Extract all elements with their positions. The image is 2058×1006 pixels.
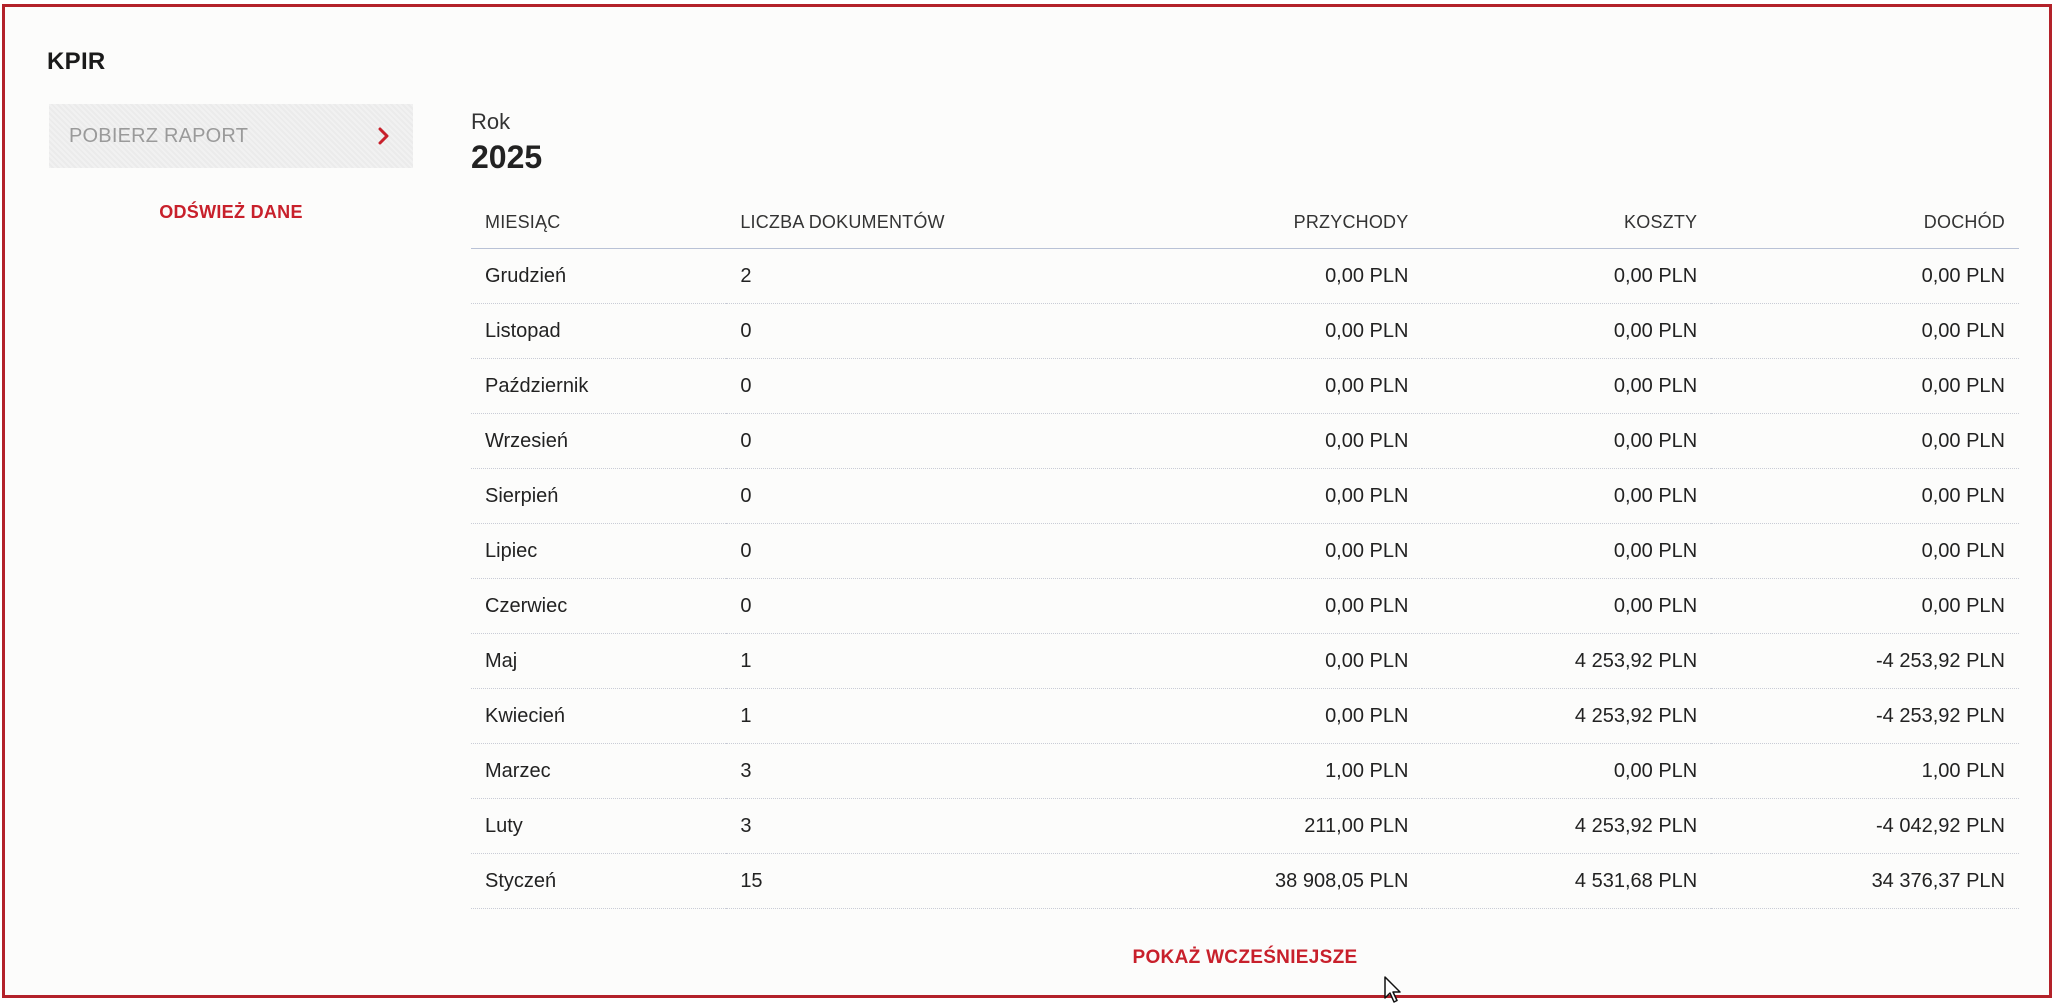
cell-income: 0,00 PLN	[1711, 468, 2019, 524]
cell-documents: 0	[726, 578, 1130, 634]
cell-income: 1,00 PLN	[1711, 743, 2019, 799]
cell-income: 0,00 PLN	[1711, 358, 2019, 414]
cell-revenue: 0,00 PLN	[1129, 358, 1423, 414]
cell-income: -4 253,92 PLN	[1711, 633, 2019, 689]
table-row[interactable]: Maj 1 0,00 PLN 4 253,92 PLN -4 253,92 PL…	[471, 633, 2019, 689]
cell-month: Listopad	[471, 303, 727, 359]
cell-documents: 3	[726, 743, 1130, 799]
table-row[interactable]: Kwiecień 1 0,00 PLN 4 253,92 PLN -4 253,…	[471, 688, 2019, 744]
cell-income: -4 253,92 PLN	[1711, 688, 2019, 744]
cell-month: Grudzień	[471, 248, 727, 304]
cell-revenue: 1,00 PLN	[1129, 743, 1423, 799]
cell-costs: 4 253,92 PLN	[1422, 688, 1712, 744]
cell-income: 34 376,37 PLN	[1711, 853, 2019, 909]
cell-income: 0,00 PLN	[1711, 303, 2019, 359]
header-month: MIESIĄC	[471, 196, 727, 249]
cell-month: Lipiec	[471, 523, 727, 579]
cell-revenue: 211,00 PLN	[1129, 798, 1423, 854]
cell-documents: 1	[726, 688, 1130, 744]
cell-month: Kwiecień	[471, 688, 727, 744]
table-row[interactable]: Luty 3 211,00 PLN 4 253,92 PLN -4 042,92…	[471, 798, 2019, 854]
kpir-table: MIESIĄC LICZBA DOKUMENTÓW PRZYCHODY KOSZ…	[471, 196, 2019, 909]
table-row[interactable]: Styczeń 15 38 908,05 PLN 4 531,68 PLN 34…	[471, 853, 2019, 909]
cell-month: Wrzesień	[471, 413, 727, 469]
cell-revenue: 0,00 PLN	[1129, 578, 1423, 634]
cell-income: -4 042,92 PLN	[1711, 798, 2019, 854]
cell-documents: 0	[726, 468, 1130, 524]
cell-documents: 0	[726, 358, 1130, 414]
mouse-pointer-icon	[1384, 976, 1401, 1003]
table-row[interactable]: Wrzesień 0 0,00 PLN 0,00 PLN 0,00 PLN	[471, 413, 2019, 469]
cell-revenue: 0,00 PLN	[1129, 413, 1423, 469]
cell-month: Październik	[471, 358, 727, 414]
table-row[interactable]: Sierpień 0 0,00 PLN 0,00 PLN 0,00 PLN	[471, 468, 2019, 524]
cell-month: Luty	[471, 798, 727, 854]
show-earlier-link[interactable]: POKAŻ WCZEŚNIEJSZE	[471, 947, 2019, 969]
header-income: DOCHÓD	[1711, 196, 2019, 249]
app-frame: KPIR POBIERZ RAPORT ODŚWIEŻ DANE Rok 202…	[2, 4, 2052, 998]
cell-costs: 0,00 PLN	[1422, 303, 1712, 359]
cell-revenue: 0,00 PLN	[1129, 248, 1423, 304]
table-row[interactable]: Lipiec 0 0,00 PLN 0,00 PLN 0,00 PLN	[471, 523, 2019, 579]
header-documents: LICZBA DOKUMENTÓW	[726, 196, 1130, 249]
cell-revenue: 0,00 PLN	[1129, 633, 1423, 689]
table-row[interactable]: Grudzień 2 0,00 PLN 0,00 PLN 0,00 PLN	[471, 248, 2019, 304]
cell-revenue: 0,00 PLN	[1129, 688, 1423, 744]
cell-costs: 0,00 PLN	[1422, 578, 1712, 634]
chevron-right-icon	[377, 126, 391, 146]
cell-costs: 0,00 PLN	[1422, 468, 1712, 524]
header-revenue: PRZYCHODY	[1129, 196, 1423, 249]
download-report-button[interactable]: POBIERZ RAPORT	[49, 104, 413, 168]
year-label: Rok	[471, 109, 511, 134]
cell-income: 0,00 PLN	[1711, 248, 2019, 304]
cell-costs: 0,00 PLN	[1422, 743, 1712, 799]
main-content: Rok 2025 MIESIĄC LICZBA DOKUMENTÓW PRZYC…	[471, 109, 2019, 969]
cell-costs: 4 253,92 PLN	[1422, 633, 1712, 689]
cell-income: 0,00 PLN	[1711, 578, 2019, 634]
header-costs: KOSZTY	[1422, 196, 1712, 249]
table-header-row: MIESIĄC LICZBA DOKUMENTÓW PRZYCHODY KOSZ…	[471, 196, 2019, 249]
cell-documents: 1	[726, 633, 1130, 689]
table-row[interactable]: Październik 0 0,00 PLN 0,00 PLN 0,00 PLN	[471, 358, 2019, 414]
cell-income: 0,00 PLN	[1711, 413, 2019, 469]
cell-revenue: 0,00 PLN	[1129, 303, 1423, 359]
cell-documents: 0	[726, 303, 1130, 359]
cell-revenue: 0,00 PLN	[1129, 468, 1423, 524]
cell-month: Marzec	[471, 743, 727, 799]
cell-revenue: 0,00 PLN	[1129, 523, 1423, 579]
cell-month: Styczeń	[471, 853, 727, 909]
download-report-label: POBIERZ RAPORT	[69, 124, 249, 147]
cell-costs: 4 253,92 PLN	[1422, 798, 1712, 854]
cell-month: Sierpień	[471, 468, 727, 524]
cell-income: 0,00 PLN	[1711, 523, 2019, 579]
sidebar: POBIERZ RAPORT ODŚWIEŻ DANE	[49, 104, 413, 223]
cell-costs: 0,00 PLN	[1422, 523, 1712, 579]
cell-revenue: 38 908,05 PLN	[1129, 853, 1423, 909]
cell-documents: 0	[726, 523, 1130, 579]
cell-month: Maj	[471, 633, 727, 689]
year-selector[interactable]: 2025	[471, 139, 2019, 176]
refresh-data-link[interactable]: ODŚWIEŻ DANE	[49, 202, 413, 223]
table-row[interactable]: Listopad 0 0,00 PLN 0,00 PLN 0,00 PLN	[471, 303, 2019, 359]
cell-documents: 3	[726, 798, 1130, 854]
cell-costs: 0,00 PLN	[1422, 413, 1712, 469]
cell-documents: 15	[726, 853, 1130, 909]
cell-documents: 0	[726, 413, 1130, 469]
table-row[interactable]: Marzec 3 1,00 PLN 0,00 PLN 1,00 PLN	[471, 743, 2019, 799]
cell-documents: 2	[726, 248, 1130, 304]
cell-costs: 0,00 PLN	[1422, 358, 1712, 414]
page-title: KPIR	[47, 48, 106, 75]
cell-costs: 0,00 PLN	[1422, 248, 1712, 304]
cell-costs: 4 531,68 PLN	[1422, 853, 1712, 909]
table-row[interactable]: Czerwiec 0 0,00 PLN 0,00 PLN 0,00 PLN	[471, 578, 2019, 634]
cell-month: Czerwiec	[471, 578, 727, 634]
